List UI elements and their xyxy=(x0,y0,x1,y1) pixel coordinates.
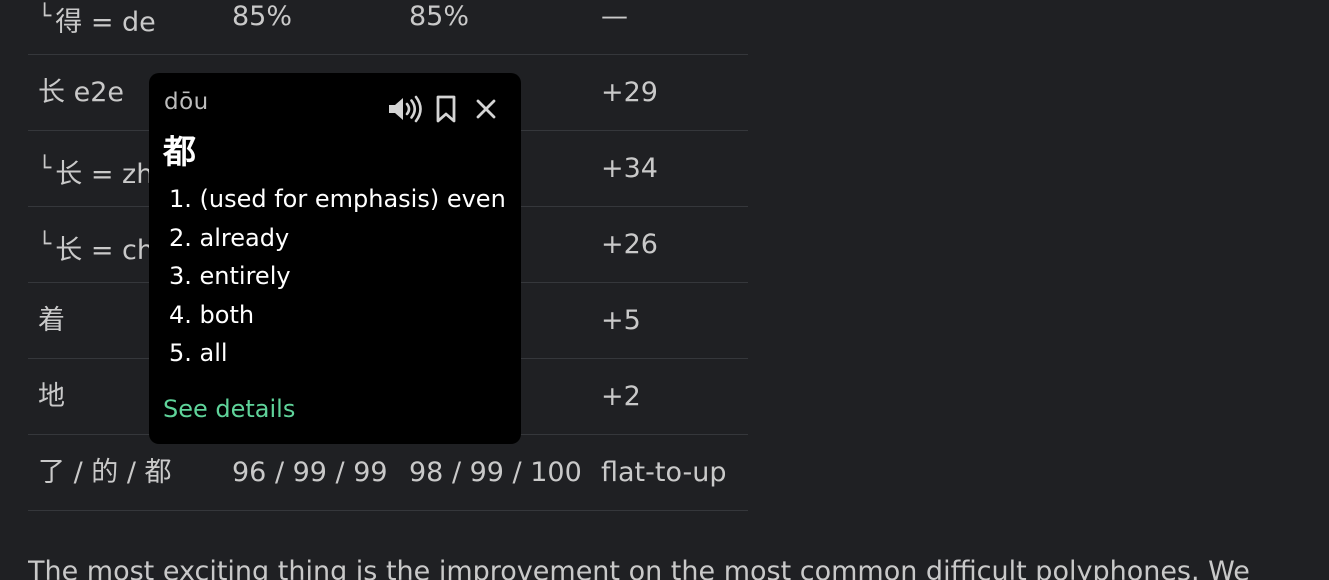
sub-row-marker: └ xyxy=(38,156,52,181)
row-label: 长 e2e xyxy=(38,55,124,131)
table-row: 了 / 的 / 都 96 / 99 / 99 98 / 99 / 100 flat-t… xyxy=(28,435,748,511)
row-label: 地 xyxy=(38,359,65,435)
popup-pinyin: dōu xyxy=(164,89,209,115)
cell-c3: +26 xyxy=(601,229,658,260)
cell-c1: 85% xyxy=(232,1,293,32)
page: └ 得 = de 85% 85% — 长 e2e +29 └ 长 = zh +34 └ 长 = ch +… xyxy=(0,0,1329,580)
row-label-text: 得 = de xyxy=(55,7,156,38)
cell-c2: 98 / 99 / 100 xyxy=(409,457,582,488)
row-label: 着 xyxy=(38,283,65,359)
row-label-text: 了 / 的 / 都 xyxy=(38,457,172,488)
row-label-text: 长 = ch xyxy=(55,235,154,266)
row-label-text: 长 = zh xyxy=(55,159,154,190)
cell-c3: +2 xyxy=(601,381,641,412)
cell-c3: — xyxy=(601,1,628,32)
cell-c3: +5 xyxy=(601,305,641,336)
definition-item: 2. already xyxy=(169,223,290,252)
row-label-text: 地 xyxy=(38,381,65,412)
row-label: └ 得 = de xyxy=(38,0,156,61)
dictionary-popup: dōu 都 1. (used for emphasis) even 2. alr… xyxy=(149,73,521,444)
row-label-text: 着 xyxy=(38,305,65,336)
definition-item: 3. entirely xyxy=(169,262,291,290)
cell-c3: flat-to-up xyxy=(601,457,727,488)
row-label: └ 长 = zh xyxy=(38,131,153,213)
definition-list: 1. (used for emphasis) even 2. already 3. … xyxy=(169,180,506,373)
definition-item: 1. (used for emphasis) even xyxy=(169,185,506,213)
row-label-text: 长 e2e xyxy=(38,77,124,108)
bookmark-icon[interactable] xyxy=(426,93,466,125)
cell-c3: +29 xyxy=(601,77,658,108)
body-paragraph: The most exciting thing is the improveme… xyxy=(28,556,1250,580)
close-icon[interactable] xyxy=(466,93,506,125)
sub-row-marker: └ xyxy=(38,4,52,29)
speaker-icon[interactable] xyxy=(386,93,426,125)
cell-c1: 96 / 99 / 99 xyxy=(232,457,388,488)
popup-actions xyxy=(386,93,506,125)
cell-c3: +34 xyxy=(601,153,658,184)
table-row: └ 得 = de 85% 85% — xyxy=(28,0,748,55)
popup-hanzi: 都 xyxy=(163,132,196,171)
definition-item: 4. both xyxy=(169,300,255,329)
definition-item: 5. all xyxy=(169,339,228,367)
see-details-link[interactable]: See details xyxy=(163,395,295,423)
cell-c2: 85% xyxy=(409,1,470,32)
row-label: └ 长 = ch xyxy=(38,207,154,289)
sub-row-marker: └ xyxy=(38,232,52,257)
row-label: 了 / 的 / 都 xyxy=(38,435,172,511)
